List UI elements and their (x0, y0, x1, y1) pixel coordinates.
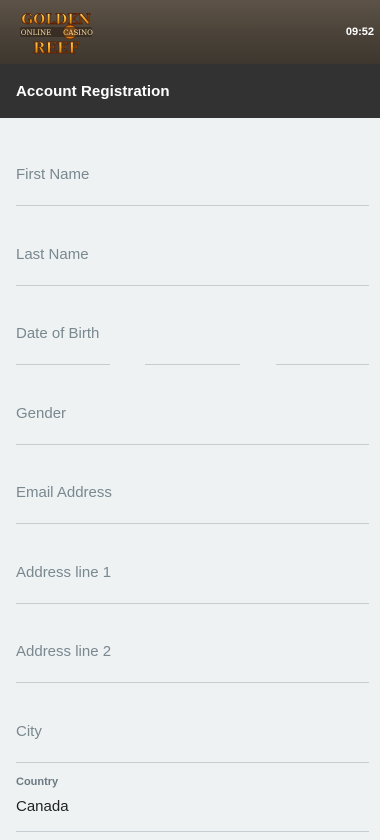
svg-text:REEF: REEF (33, 39, 79, 57)
country-value: Canada (16, 798, 69, 815)
address-line-1-placeholder: Address line 1 (16, 564, 112, 581)
last-name-placeholder: Last Name (16, 246, 89, 263)
address-line-2-field[interactable]: Address line 2 (16, 643, 369, 683)
gender-placeholder: Gender (16, 405, 67, 422)
first-name-placeholder: First Name (16, 166, 90, 183)
first-name-underline (16, 205, 369, 206)
city-placeholder: City (16, 723, 42, 740)
email-placeholder: Email Address (16, 484, 112, 501)
address-line-1-underline (16, 603, 369, 604)
address-line-2-underline (16, 682, 369, 683)
country-label: Country (16, 776, 59, 788)
city-underline (16, 762, 369, 763)
gender-underline (16, 444, 369, 445)
status-time: 09:52 (345, 26, 374, 38)
address-line-1-field[interactable]: Address line 1 (16, 564, 369, 604)
dob-month-underline[interactable] (145, 364, 240, 365)
svg-text:GOLDEN: GOLDEN (21, 12, 91, 28)
svg-text:ONLINE: ONLINE (21, 29, 52, 37)
first-name-field[interactable]: First Name (16, 166, 369, 206)
app-top-bar: GOLDEN ONLINE CASINO REEF 09:52 (0, 0, 380, 64)
page-header: Account Registration (0, 64, 380, 118)
email-underline (16, 523, 369, 524)
last-name-underline (16, 285, 369, 286)
city-field[interactable]: City (16, 723, 369, 763)
dob-day-underline[interactable] (16, 364, 110, 365)
golden-reef-logo[interactable]: GOLDEN ONLINE CASINO REEF (14, 6, 98, 58)
last-name-field[interactable]: Last Name (16, 246, 369, 286)
date-of-birth-placeholder: Date of Birth (16, 325, 100, 342)
country-underline (16, 831, 369, 832)
date-of-birth-field[interactable]: Date of Birth (16, 325, 369, 365)
dob-year-underline[interactable] (276, 364, 369, 365)
svg-text:CASINO: CASINO (63, 29, 93, 37)
country-field[interactable]: Country Canada (16, 776, 369, 832)
email-field[interactable]: Email Address (16, 484, 369, 524)
page-title: Account Registration (16, 82, 170, 100)
gender-field[interactable]: Gender (16, 405, 369, 445)
address-line-2-placeholder: Address line 2 (16, 643, 112, 660)
